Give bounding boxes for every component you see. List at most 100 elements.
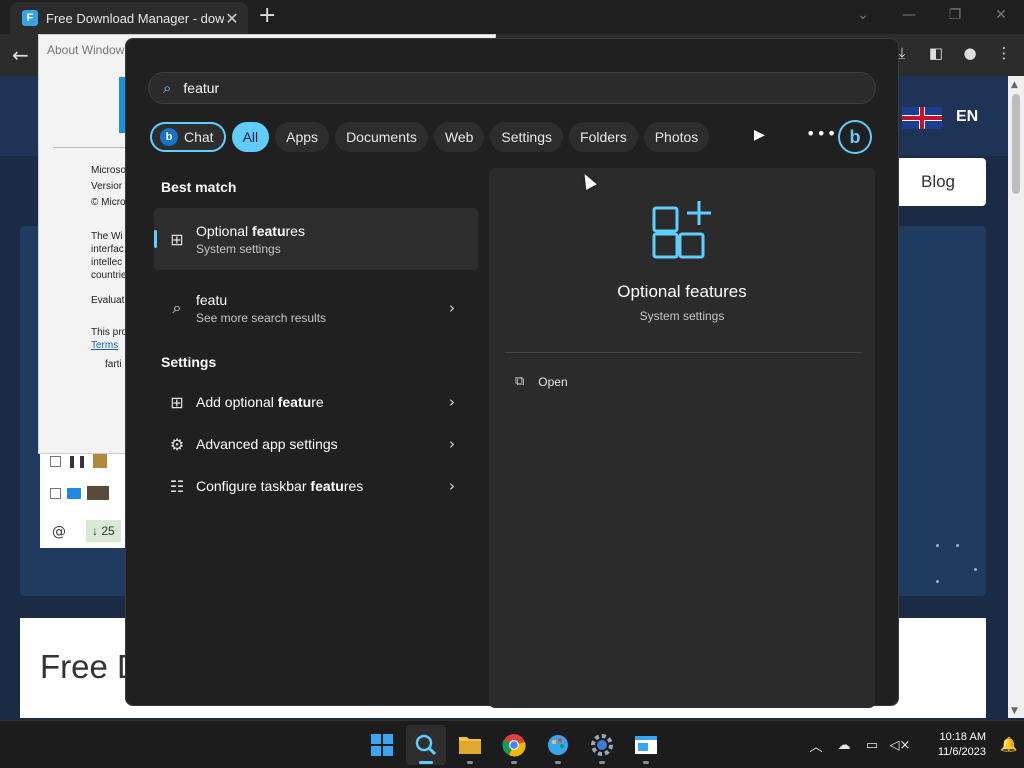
search-icon xyxy=(415,734,437,756)
chevron-right-icon[interactable]: › xyxy=(442,299,462,317)
notification-bell-icon[interactable]: 🔔 xyxy=(994,737,1024,753)
open-action[interactable]: ⧉ Open xyxy=(515,374,568,389)
chrome-icon xyxy=(502,734,526,757)
folder-icon[interactable] xyxy=(67,487,81,499)
page-scrollbar[interactable]: ▲ ▼ xyxy=(1008,76,1024,718)
tab-title: Free Download Manager - down xyxy=(46,10,224,26)
result-subtitle: See more search results xyxy=(196,310,327,325)
clock-time: 10:18 AM xyxy=(939,731,986,743)
taskbar-winver[interactable] xyxy=(626,725,666,765)
settings-result-configure-taskbar[interactable]: ☷ Configure taskbar features › xyxy=(154,466,478,506)
about-line: countrie xyxy=(91,270,127,281)
chevron-up-icon[interactable]: ︿ xyxy=(802,736,830,755)
terms-link[interactable]: Terms xyxy=(91,340,118,351)
more-options-icon[interactable]: ••• xyxy=(806,124,837,143)
language-label[interactable]: EN xyxy=(956,108,978,126)
search-filter-bar: b Chat All Apps Documents Web Settings F… xyxy=(150,121,710,153)
list-item[interactable] xyxy=(50,486,109,500)
settings-result-advanced-app-settings[interactable]: ⚙ Advanced app settings › xyxy=(154,424,478,464)
uk-flag-icon[interactable] xyxy=(902,107,942,129)
web-search-result[interactable]: ⌕ featu See more search results › xyxy=(154,277,478,339)
fdm-favicon-icon: F xyxy=(22,10,38,26)
pause-icon[interactable]: ❚❚ xyxy=(67,454,87,468)
scroll-thumb[interactable] xyxy=(1012,94,1020,194)
chevron-right-icon[interactable]: › xyxy=(442,477,462,495)
folder-icon xyxy=(459,737,481,754)
filter-chat[interactable]: b Chat xyxy=(150,122,226,152)
result-title: Add optional feature xyxy=(196,394,324,410)
filter-apps[interactable]: Apps xyxy=(275,122,330,152)
checkbox[interactable] xyxy=(50,487,61,499)
filter-all[interactable]: All xyxy=(231,122,270,152)
clock[interactable]: 10:18 AM 11/6/2023 xyxy=(914,730,986,760)
scroll-up-icon[interactable]: ▲ xyxy=(1011,80,1018,90)
search-input[interactable] xyxy=(183,80,784,96)
downloads-list: ❚❚ @ ↓ 25 xyxy=(40,454,130,548)
profile-icon[interactable]: ● xyxy=(960,44,980,62)
window-icon xyxy=(635,736,657,754)
taskbar-file-explorer[interactable] xyxy=(450,725,490,765)
best-match-result[interactable]: ⊞ Optional features System settings xyxy=(154,208,478,270)
sidebar-icon[interactable]: ◧ xyxy=(926,44,946,62)
result-detail-pane: Optional features System settings ⧉ Open xyxy=(489,168,875,708)
best-match-heading: Best match xyxy=(161,179,237,195)
file-thumbnail xyxy=(93,454,108,468)
chevron-right-icon[interactable]: › xyxy=(442,435,462,453)
more-filters-play-icon[interactable]: ▶ xyxy=(754,127,765,143)
list-item[interactable]: ❚❚ xyxy=(50,454,108,468)
browser-tab[interactable]: F Free Download Manager - down ✕ xyxy=(10,2,248,34)
onedrive-icon[interactable]: ☁ xyxy=(830,738,858,753)
volume-muted-icon[interactable]: ◁× xyxy=(886,738,914,753)
gear-icon xyxy=(591,734,613,756)
taskbar-settings[interactable] xyxy=(582,725,622,765)
snail-speed-icon[interactable]: @ xyxy=(52,524,66,540)
filter-photos[interactable]: Photos xyxy=(643,122,710,152)
paint-icon xyxy=(548,735,568,755)
add-feature-icon: ⊞ xyxy=(170,392,184,412)
settings-heading: Settings xyxy=(161,354,217,370)
about-line: farti xyxy=(105,359,122,370)
result-subtitle: System settings xyxy=(196,241,281,256)
network-icon[interactable]: ▭ xyxy=(858,738,886,753)
detail-title: Optional features xyxy=(617,282,747,301)
menu-kebab-icon[interactable]: ⋮ xyxy=(994,44,1014,62)
open-external-icon: ⧉ xyxy=(515,374,525,389)
minimize-icon[interactable]: — xyxy=(886,4,932,26)
window-controls: ⌄ — ❐ ✕ xyxy=(840,4,1024,26)
blog-button[interactable]: Blog xyxy=(890,158,986,206)
filter-settings[interactable]: Settings xyxy=(490,122,564,152)
bing-chat-icon: b xyxy=(160,128,178,146)
clock-date: 11/6/2023 xyxy=(937,746,986,758)
optional-features-icon: ⊞ xyxy=(170,229,184,249)
taskbar-settings-icon: ☷ xyxy=(169,476,185,496)
tab-search-icon[interactable]: ⌄ xyxy=(840,4,886,26)
close-window-icon[interactable]: ✕ xyxy=(978,4,1024,26)
windows-search-panel: ⌕ b Chat All Apps Documents Web Settings… xyxy=(125,38,899,708)
windows-logo-icon xyxy=(371,734,393,756)
result-title: Advanced app settings xyxy=(196,436,338,452)
about-line: interfac xyxy=(91,244,124,255)
close-tab-icon[interactable]: ✕ xyxy=(224,9,240,28)
taskbar-paint-app[interactable] xyxy=(538,725,578,765)
scroll-down-icon[interactable]: ▼ xyxy=(1011,706,1018,716)
settings-result-add-optional-feature[interactable]: ⊞ Add optional feature › xyxy=(154,382,478,422)
taskbar-chrome[interactable] xyxy=(494,725,534,765)
filter-folders[interactable]: Folders xyxy=(569,122,638,152)
browser-titlebar: F Free Download Manager - down ✕ + ⌄ — ❐… xyxy=(0,0,1024,34)
taskbar-search-button[interactable] xyxy=(406,725,446,765)
filter-documents[interactable]: Documents xyxy=(335,122,428,152)
about-line: Microso xyxy=(91,165,127,176)
new-tab-button[interactable]: + xyxy=(258,5,276,27)
bing-icon[interactable]: b xyxy=(838,120,872,154)
checkbox[interactable] xyxy=(50,455,61,467)
chevron-right-icon[interactable]: › xyxy=(442,393,462,411)
back-arrow-icon[interactable]: ← xyxy=(12,43,29,67)
search-box[interactable]: ⌕ xyxy=(148,72,876,104)
start-button[interactable] xyxy=(362,725,402,765)
detail-subtitle: System settings xyxy=(639,309,725,323)
filter-web[interactable]: Web xyxy=(433,122,485,152)
search-icon: ⌕ xyxy=(172,298,182,317)
about-line: The Wi xyxy=(91,231,123,242)
restore-icon[interactable]: ❐ xyxy=(932,4,978,26)
taskbar: ︿ ☁ ▭ ◁× 10:18 AM 11/6/2023 🔔 xyxy=(0,720,1024,768)
